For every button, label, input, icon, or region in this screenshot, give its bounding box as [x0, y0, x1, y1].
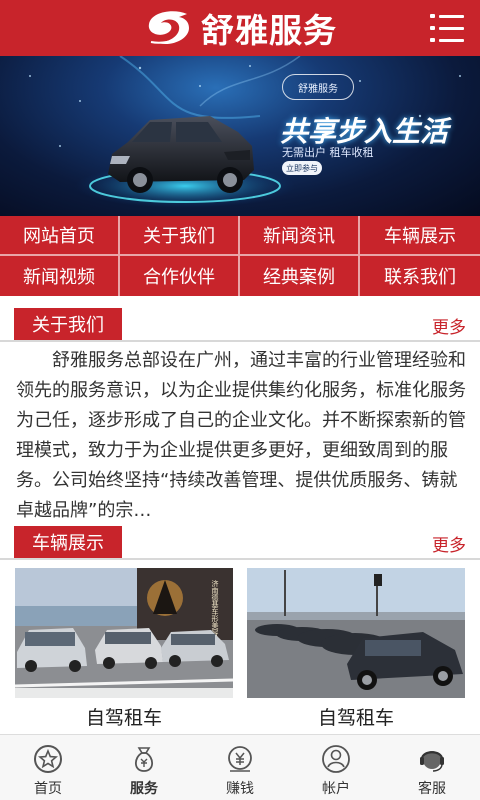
about-section-title: 关于我们	[14, 308, 122, 340]
tab-label: 赚钱	[226, 781, 254, 797]
swirl-logo-icon	[148, 11, 189, 45]
tab-service[interactable]: 服务	[96, 735, 192, 800]
about-description: 舒雅服务总部设在广州，通过丰富的行业管理经验和领先的服务意识，以为企业提供集约化…	[16, 350, 466, 521]
banner-subtitle: 无需出户 租车收租	[282, 146, 374, 159]
star-circle-icon	[34, 745, 62, 773]
tab-label: 首页	[34, 781, 62, 797]
app-title: 舒雅服务	[201, 11, 337, 50]
nav-item-home[interactable]: 网站首页	[0, 216, 120, 256]
tab-support[interactable]: 客服	[384, 735, 480, 800]
vehicle-card[interactable]: 济南德基车形美容医院 自驾租车	[15, 568, 233, 734]
tab-home[interactable]: 首页	[0, 735, 96, 800]
nav-item-vehicles[interactable]: 车辆展示	[360, 216, 480, 256]
vehicles-section-header: 车辆展示 更多	[0, 522, 480, 560]
logo[interactable]: 舒雅服务	[143, 4, 337, 52]
nav-item-cases[interactable]: 经典案例	[240, 256, 360, 296]
bottom-tab-bar: 首页 服务 赚钱 帐户 客服	[0, 734, 480, 800]
tab-label: 帐户	[322, 781, 350, 797]
tab-earn[interactable]: 赚钱	[192, 735, 288, 800]
user-circle-icon	[322, 745, 350, 773]
promo-banner[interactable]: 舒雅服务 共享步入生活 无需出户 租车收租 立即参与	[0, 56, 480, 216]
vehicle-caption: 自驾租车	[317, 706, 394, 729]
nav-item-contact[interactable]: 联系我们	[360, 256, 480, 296]
vehicle-caption: 自驾租车	[85, 706, 162, 729]
banner-brand-tag: 舒雅服务	[282, 74, 354, 100]
about-section-header: 关于我们 更多	[0, 304, 480, 342]
vehicles-section-title: 车辆展示	[14, 526, 122, 558]
about-more-link[interactable]: 更多	[432, 313, 466, 338]
nav-item-about[interactable]: 关于我们	[120, 216, 240, 256]
tab-label: 服务	[130, 781, 158, 797]
yen-coin-icon	[228, 746, 252, 772]
headset-icon	[420, 751, 444, 772]
nav-grid: 网站首页 关于我们 新闻资讯 车辆展示 新闻视频 合作伙伴 经典案例 联系我们	[0, 216, 480, 296]
nav-item-news-video[interactable]: 新闻视频	[0, 256, 120, 296]
tab-account[interactable]: 帐户	[288, 735, 384, 800]
vehicle-photo	[247, 568, 465, 698]
vehicle-photo: 济南德基车形美容医院	[15, 568, 233, 698]
tab-label: 客服	[418, 781, 446, 797]
menu-list-icon[interactable]	[430, 14, 464, 42]
banner-cta-button[interactable]: 立即参与	[282, 161, 322, 175]
vehicle-card[interactable]: 自驾租车	[247, 568, 465, 734]
app-header: 舒雅服务	[0, 0, 480, 56]
money-bag-icon	[134, 747, 154, 772]
nav-item-partners[interactable]: 合作伙伴	[120, 256, 240, 296]
nav-item-news[interactable]: 新闻资讯	[240, 216, 360, 256]
vehicles-more-link[interactable]: 更多	[432, 531, 466, 556]
